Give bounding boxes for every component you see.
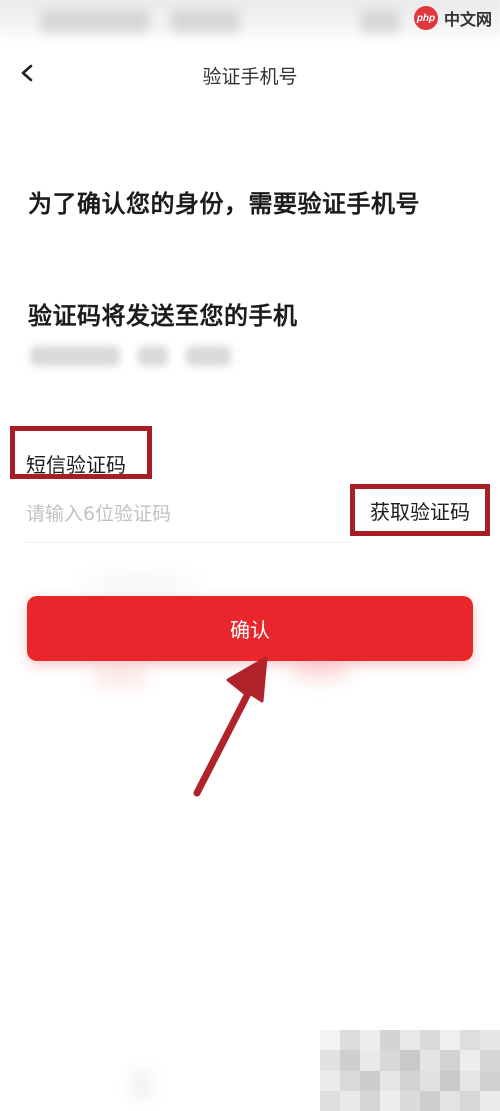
blur-smudge xyxy=(130,1068,154,1102)
annotation-arrow-icon xyxy=(193,656,268,797)
pixelated-watermark xyxy=(320,1030,500,1111)
